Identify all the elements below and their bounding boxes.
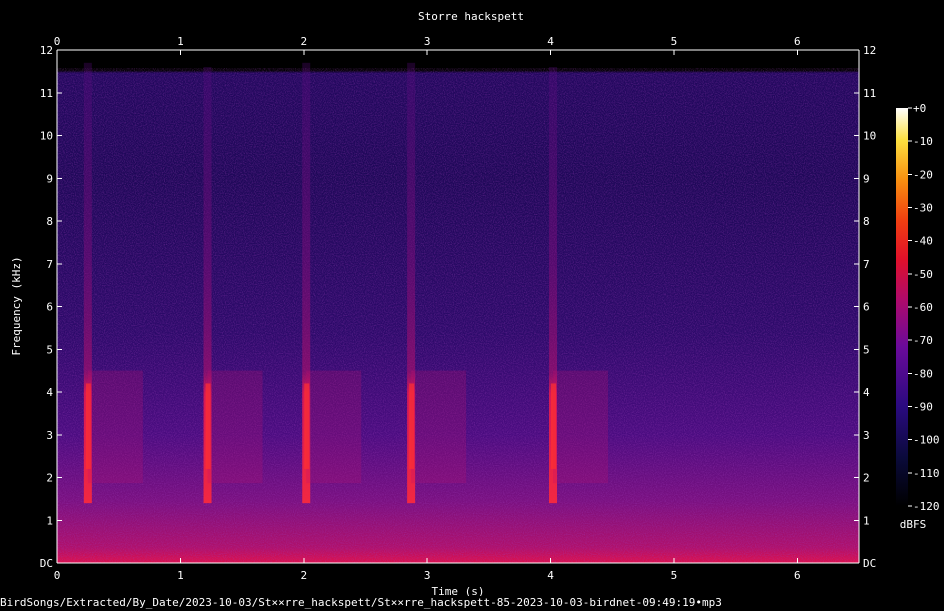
call-core: [304, 383, 310, 469]
call-core: [85, 383, 91, 469]
y-tick-label-right: 12: [863, 44, 876, 57]
x-tick-label-bottom: 2: [300, 569, 307, 582]
colorbar-tick-label: -70: [913, 334, 933, 347]
x-tick-label-bottom: 0: [54, 569, 61, 582]
y-tick-label-left: 8: [46, 215, 53, 228]
x-tick-label-bottom: 6: [794, 569, 801, 582]
x-tick-label-top: 3: [424, 35, 431, 48]
colorbar-tick-label: -90: [913, 401, 933, 414]
call-harmonic-tail: [411, 370, 467, 484]
colorbar: +0 -10 -20 -30 -40 -50 -60 -70 -80 -90 -100 -110 -12…: [896, 102, 940, 531]
y-tick-label-right: 5: [863, 343, 870, 356]
y-tick-label-right: 10: [863, 130, 876, 143]
spectrogram-noise: [57, 68, 859, 563]
y-tick-label-right: 11: [863, 87, 876, 100]
colorbar-tick-label: -30: [913, 202, 933, 215]
y-tick-label-left: 6: [46, 301, 53, 314]
y-tick-label-left: 11: [40, 87, 53, 100]
y-tick-label-left: 3: [46, 429, 53, 442]
y-tick-label-right: 2: [863, 472, 870, 485]
x-tick-label-top: 5: [671, 35, 678, 48]
call-harmonic-tail: [553, 370, 609, 484]
spectrogram-chart: Storre hackspett 00112233445566 DC DC1 12 2…: [10, 10, 940, 596]
x-tick-label-top: 1: [177, 35, 184, 48]
y-tick-label-right: 3: [863, 429, 870, 442]
y-tick-label-left: DC: [40, 557, 53, 570]
y-tick-label-right: 1: [863, 514, 870, 527]
colorbar-tick-label: -50: [913, 268, 933, 281]
y-tick-label-right: 6: [863, 301, 870, 314]
colorbar-tick-label: +0: [913, 102, 926, 115]
x-tick-label-bottom: 4: [547, 569, 554, 582]
colorbar-label: dBFS: [900, 518, 927, 531]
colorbar-tick-label: -80: [913, 367, 933, 380]
call-core: [409, 383, 415, 469]
y-tick-label-left: 10: [40, 130, 53, 143]
y-tick-label-right: 7: [863, 258, 870, 271]
colorbar-gradient: [896, 108, 908, 506]
colorbar-tick-label: -110: [913, 467, 940, 480]
x-tick-label-bottom: 3: [424, 569, 431, 582]
plot-area: [57, 50, 859, 563]
call-harmonic-tail: [207, 370, 263, 484]
file-path: BirdSongs/Extracted/By_Date/2023-10-03/S…: [0, 596, 722, 609]
y-tick-label-right: 9: [863, 172, 870, 185]
y-tick-label-right: 4: [863, 386, 870, 399]
y-tick-label-left: 4: [46, 386, 53, 399]
y-tick-label-left: 1: [46, 514, 53, 527]
call-core: [551, 383, 557, 469]
colorbar-tick-label: -20: [913, 168, 933, 181]
y-tick-label-left: 12: [40, 44, 53, 57]
x-tick-label-bottom: 5: [671, 569, 678, 582]
y-tick-label-right: DC: [863, 557, 876, 570]
colorbar-tick-label: -40: [913, 235, 933, 248]
x-axis-label: Time (s): [432, 585, 485, 596]
x-tick-label-top: 4: [547, 35, 554, 48]
y-tick-label-left: 2: [46, 472, 53, 485]
x-tick-label-bottom: 1: [177, 569, 184, 582]
x-tick-label-top: 0: [54, 35, 61, 48]
colorbar-tick-label: -10: [913, 135, 933, 148]
x-tick-label-top: 2: [300, 35, 307, 48]
colorbar-tick-label: -120: [913, 500, 940, 513]
colorbar-tick-label: -100: [913, 434, 940, 447]
call-harmonic-tail: [306, 370, 362, 484]
call-core: [205, 383, 211, 469]
call-harmonic-tail: [87, 370, 143, 484]
y-tick-label-left: 9: [46, 172, 53, 185]
colorbar-tick-label: -60: [913, 301, 933, 314]
chart-title: Storre hackspett: [418, 10, 524, 23]
y-axis-label: Frequency (kHz): [10, 256, 23, 355]
y-tick-label-left: 7: [46, 258, 53, 271]
y-tick-label-left: 5: [46, 343, 53, 356]
x-tick-label-top: 6: [794, 35, 801, 48]
y-tick-label-right: 8: [863, 215, 870, 228]
